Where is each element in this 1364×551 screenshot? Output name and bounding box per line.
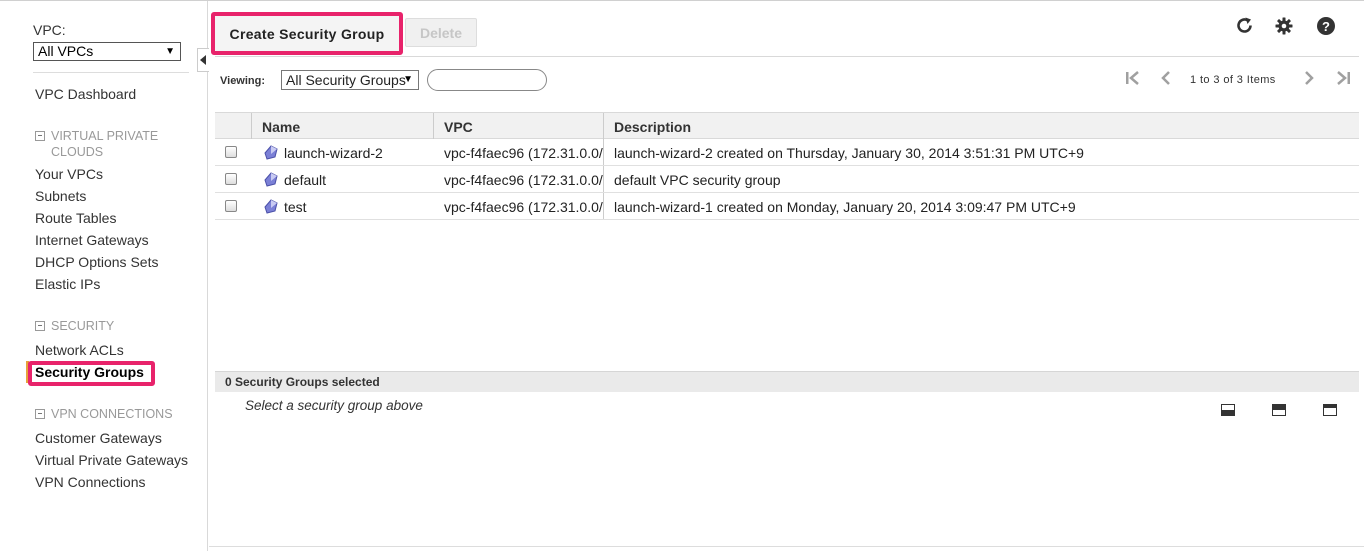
vpc-filter-value: All VPCs <box>38 43 94 59</box>
highlight-box <box>28 361 155 386</box>
section-header-security[interactable]: SECURITY <box>35 318 114 334</box>
collapse-icon[interactable] <box>35 131 45 141</box>
section-heading-text: SECURITY <box>51 319 115 333</box>
vpc-filter-label: VPC: <box>33 22 66 38</box>
row-vpc: vpc-f4faec96 (172.31.0.0/16) <box>444 145 603 161</box>
column-divider[interactable] <box>433 113 434 139</box>
sidebar-item-vpn-connections[interactable]: VPN Connections <box>35 474 146 490</box>
sidebar-item-internet-gateways[interactable]: Internet Gateways <box>35 232 149 248</box>
gear-icon[interactable] <box>1273 15 1295 37</box>
row-description: default VPC security group <box>614 172 781 188</box>
vpc-filter-select[interactable]: All VPCs ▼ <box>33 42 181 61</box>
delete-button[interactable]: Delete <box>405 18 477 47</box>
table-header: Name VPC Description <box>215 112 1359 139</box>
viewing-filter-value: All Security Groups <box>286 72 406 88</box>
table-row[interactable]: launch-wizard-2 vpc-f4faec96 (172.31.0.0… <box>215 139 1359 166</box>
sidebar-item-dhcp-options-sets[interactable]: DHCP Options Sets <box>35 254 158 270</box>
page-bottom-divider <box>209 546 1364 547</box>
section-heading-text: CLOUDS <box>51 145 104 159</box>
dropdown-arrow-icon: ▼ <box>165 46 175 57</box>
row-vpc: vpc-f4faec96 (172.31.0.0/16) <box>444 172 603 188</box>
next-page-icon[interactable] <box>1303 71 1315 90</box>
dropdown-arrow-icon: ▼ <box>403 74 413 85</box>
sidebar: VPC: All VPCs ▼ VPC Dashboard VIRTUAL PR… <box>0 1 208 551</box>
sidebar-item-elastic-ips[interactable]: Elastic IPs <box>35 276 100 292</box>
table-row[interactable]: default vpc-f4faec96 (172.31.0.0/16) def… <box>215 166 1359 193</box>
viewing-label: Viewing: <box>220 75 266 87</box>
sidebar-item-route-tables[interactable]: Route Tables <box>35 210 116 226</box>
selected-count: 0 Security Groups selected <box>225 375 380 389</box>
collapse-icon[interactable] <box>35 321 45 331</box>
column-header-description[interactable]: Description <box>614 119 691 135</box>
section-heading-text: VIRTUAL PRIVATE <box>51 129 159 143</box>
sidebar-item-vpc-dashboard[interactable]: VPC Dashboard <box>35 86 136 102</box>
first-page-icon[interactable] <box>1125 71 1141 90</box>
row-checkbox[interactable] <box>225 173 237 185</box>
sidebar-divider <box>33 72 189 73</box>
row-name[interactable]: launch-wizard-2 <box>284 145 429 161</box>
sidebar-item-customer-gateways[interactable]: Customer Gateways <box>35 430 162 446</box>
detail-empty-message: Select a security group above <box>245 398 423 413</box>
row-checkbox[interactable] <box>225 146 237 158</box>
row-description: launch-wizard-1 created on Monday, Janua… <box>614 199 1076 215</box>
section-header-virtual-private-clouds[interactable]: VIRTUAL PRIVATE CLOUDS <box>35 128 158 160</box>
sidebar-item-virtual-private-gateways[interactable]: Virtual Private Gateways <box>35 452 188 468</box>
row-name[interactable]: test <box>284 199 429 215</box>
column-divider <box>603 193 604 219</box>
create-security-group-button[interactable]: Create Security Group <box>211 12 403 55</box>
security-group-icon <box>264 199 278 214</box>
column-divider <box>603 166 604 192</box>
security-group-icon <box>264 145 278 160</box>
section-header-vpn-connections[interactable]: VPN CONNECTIONS <box>35 406 173 422</box>
row-checkbox[interactable] <box>225 200 237 212</box>
column-divider[interactable] <box>603 113 604 139</box>
viewing-filter-select[interactable]: All Security Groups ▼ <box>281 70 419 90</box>
pane-size-large-icon[interactable] <box>1323 404 1337 416</box>
section-heading-text: VPN CONNECTIONS <box>51 407 173 421</box>
detail-pane-header[interactable]: 0 Security Groups selected <box>215 371 1359 392</box>
security-group-icon <box>264 172 278 187</box>
sidebar-item-network-acls[interactable]: Network ACLs <box>35 342 124 358</box>
sidebar-collapse-toggle[interactable] <box>197 48 209 72</box>
column-divider <box>603 139 604 165</box>
row-description: launch-wizard-2 created on Thursday, Jan… <box>614 145 1084 161</box>
sidebar-item-your-vpcs[interactable]: Your VPCs <box>35 166 103 182</box>
pagination-status: 1 to 3 of 3 Items <box>1190 74 1276 86</box>
last-page-icon[interactable] <box>1335 71 1351 90</box>
previous-page-icon[interactable] <box>1160 71 1172 90</box>
refresh-icon[interactable] <box>1234 15 1256 37</box>
column-header-vpc[interactable]: VPC <box>444 119 473 135</box>
pane-size-medium-icon[interactable] <box>1272 404 1286 416</box>
row-name[interactable]: default <box>284 172 429 188</box>
row-vpc: vpc-f4faec96 (172.31.0.0/16) <box>444 199 603 215</box>
security-groups-table: Name VPC Description launch-wizard-2 vpc… <box>215 112 1359 220</box>
collapse-icon[interactable] <box>35 409 45 419</box>
pane-size-small-icon[interactable] <box>1221 404 1235 416</box>
table-row[interactable]: test vpc-f4faec96 (172.31.0.0/16) launch… <box>215 193 1359 220</box>
sidebar-item-subnets[interactable]: Subnets <box>35 188 86 204</box>
column-divider <box>251 113 252 139</box>
toolbar-divider <box>215 56 1359 57</box>
column-header-name[interactable]: Name <box>262 119 300 135</box>
search-input[interactable] <box>427 69 547 91</box>
help-icon[interactable]: ? <box>1317 17 1335 35</box>
